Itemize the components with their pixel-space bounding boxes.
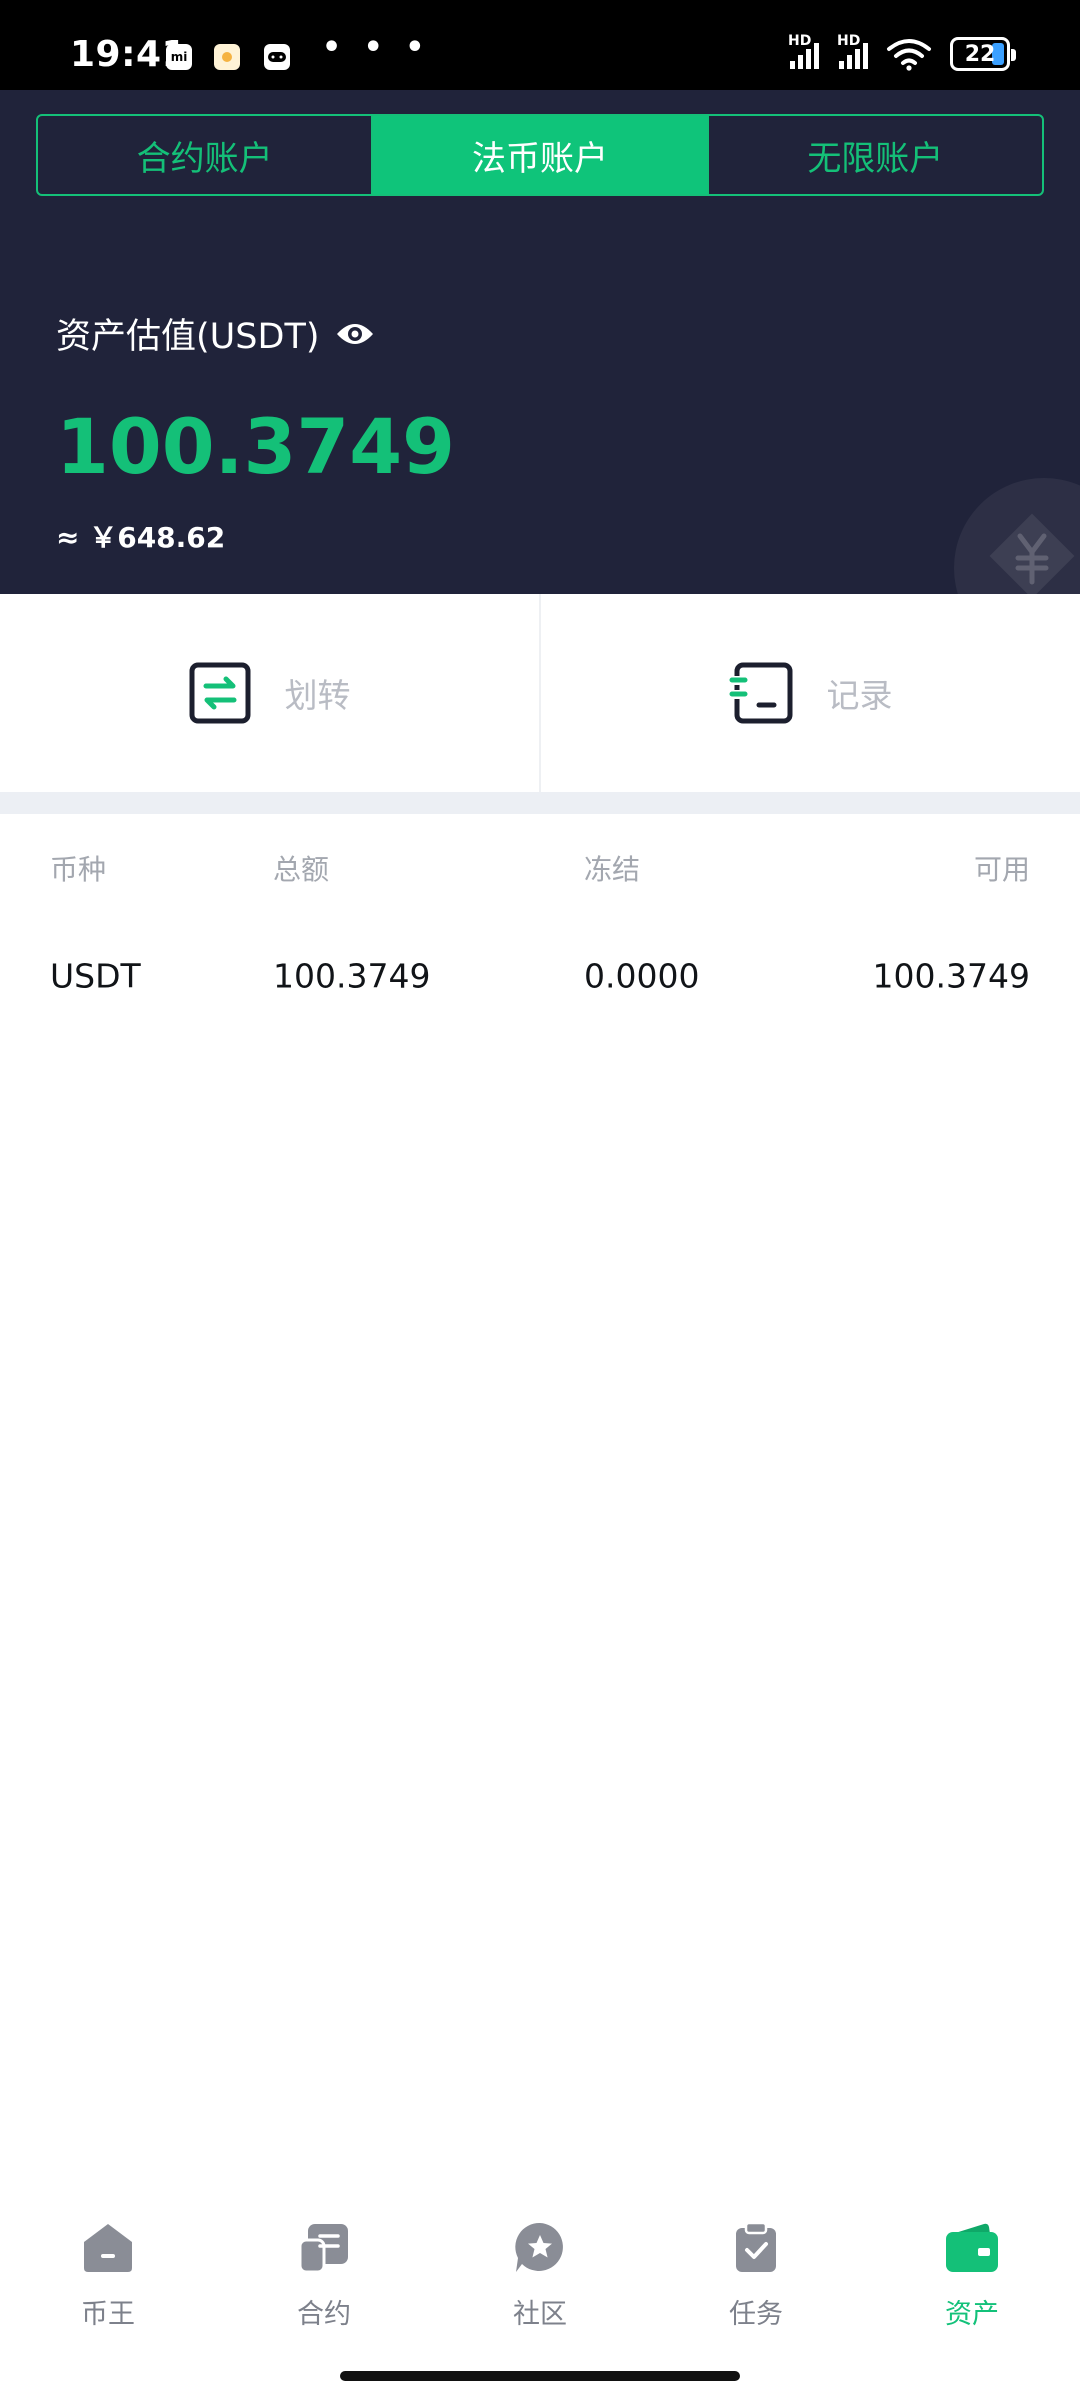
nav-label-task: 任务	[729, 2299, 783, 2330]
mi-icon: mi	[166, 44, 192, 70]
battery-icon: 22	[950, 37, 1016, 71]
home-icon	[84, 2224, 132, 2272]
home-indicator[interactable]	[340, 2371, 740, 2381]
status-bar: 19:41 mi • • • HD HD 22	[0, 0, 1080, 90]
transfer-button[interactable]: 划转	[0, 594, 539, 792]
cell-currency: USDT	[50, 956, 141, 996]
tab-contract-account[interactable]: 合约账户	[38, 116, 371, 194]
cell-frozen: 0.0000	[584, 956, 700, 996]
nav-item-community[interactable]: 社区	[432, 2200, 648, 2400]
action-row: 划转 记录	[0, 594, 1080, 792]
account-header: 合约账户 法币账户 无限账户 资产估值(USDT) 100.3749 ≈ ￥64…	[0, 90, 1080, 594]
community-icon	[515, 2222, 563, 2272]
yuan-watermark-icon	[954, 478, 1080, 594]
wallet-icon	[946, 2223, 998, 2272]
header-currency: 币种	[50, 853, 107, 886]
nav-item-contract[interactable]: 合约	[216, 2200, 432, 2400]
header-total: 总额	[273, 853, 330, 886]
tab-fiat-account[interactable]: 法币账户	[371, 116, 707, 194]
section-divider	[0, 792, 1080, 814]
transfer-icon	[189, 662, 250, 724]
header-available: 可用	[973, 853, 1030, 886]
balance-table: 币种 总额 冻结 可用 USDT 100.3749 0.0000 100.374…	[0, 814, 1080, 1030]
nav-label-home: 币王	[81, 2299, 135, 2330]
tab-unlimited-account[interactable]: 无限账户	[706, 116, 1042, 194]
records-button[interactable]: 记录	[539, 594, 1080, 792]
gamepad-icon	[264, 44, 290, 70]
account-tabs: 合约账户 法币账户 无限账户	[36, 114, 1044, 196]
nav-label-community: 社区	[513, 2299, 567, 2330]
cell-total: 100.3749	[273, 956, 431, 996]
signal-icon-2: HD	[837, 33, 868, 69]
bottom-nav: 币王 合约 社区 任务 资产	[0, 2200, 1080, 2400]
more-notifications-icon: • • •	[322, 30, 431, 65]
asset-valuation-label: 资产估值(USDT)	[56, 308, 375, 359]
nav-item-task[interactable]: 任务	[648, 2200, 864, 2400]
asset-cny-value: ≈ ￥648.62	[56, 521, 226, 554]
wifi-icon	[887, 39, 931, 71]
nav-item-home[interactable]: 币王	[0, 2200, 216, 2400]
records-icon	[728, 662, 792, 724]
contract-icon	[298, 2224, 348, 2274]
asset-label-text: 资产估值(USDT)	[56, 317, 320, 357]
asset-value: 100.3749	[56, 402, 456, 491]
eye-icon[interactable]	[335, 320, 375, 348]
weather-icon	[214, 44, 240, 70]
signal-icon: HD	[788, 33, 819, 69]
header-frozen: 冻结	[584, 853, 641, 886]
records-label: 记录	[826, 676, 893, 715]
nav-item-assets[interactable]: 资产	[864, 2200, 1080, 2400]
cell-available: 100.3749	[872, 956, 1030, 996]
table-row[interactable]: USDT 100.3749 0.0000 100.3749	[0, 922, 1080, 1030]
task-icon	[736, 2221, 776, 2272]
nav-label-contract: 合约	[297, 2299, 351, 2330]
table-header: 币种 总额 冻结 可用	[0, 814, 1080, 922]
nav-label-assets: 资产	[945, 2299, 999, 2330]
transfer-label: 划转	[284, 676, 351, 715]
